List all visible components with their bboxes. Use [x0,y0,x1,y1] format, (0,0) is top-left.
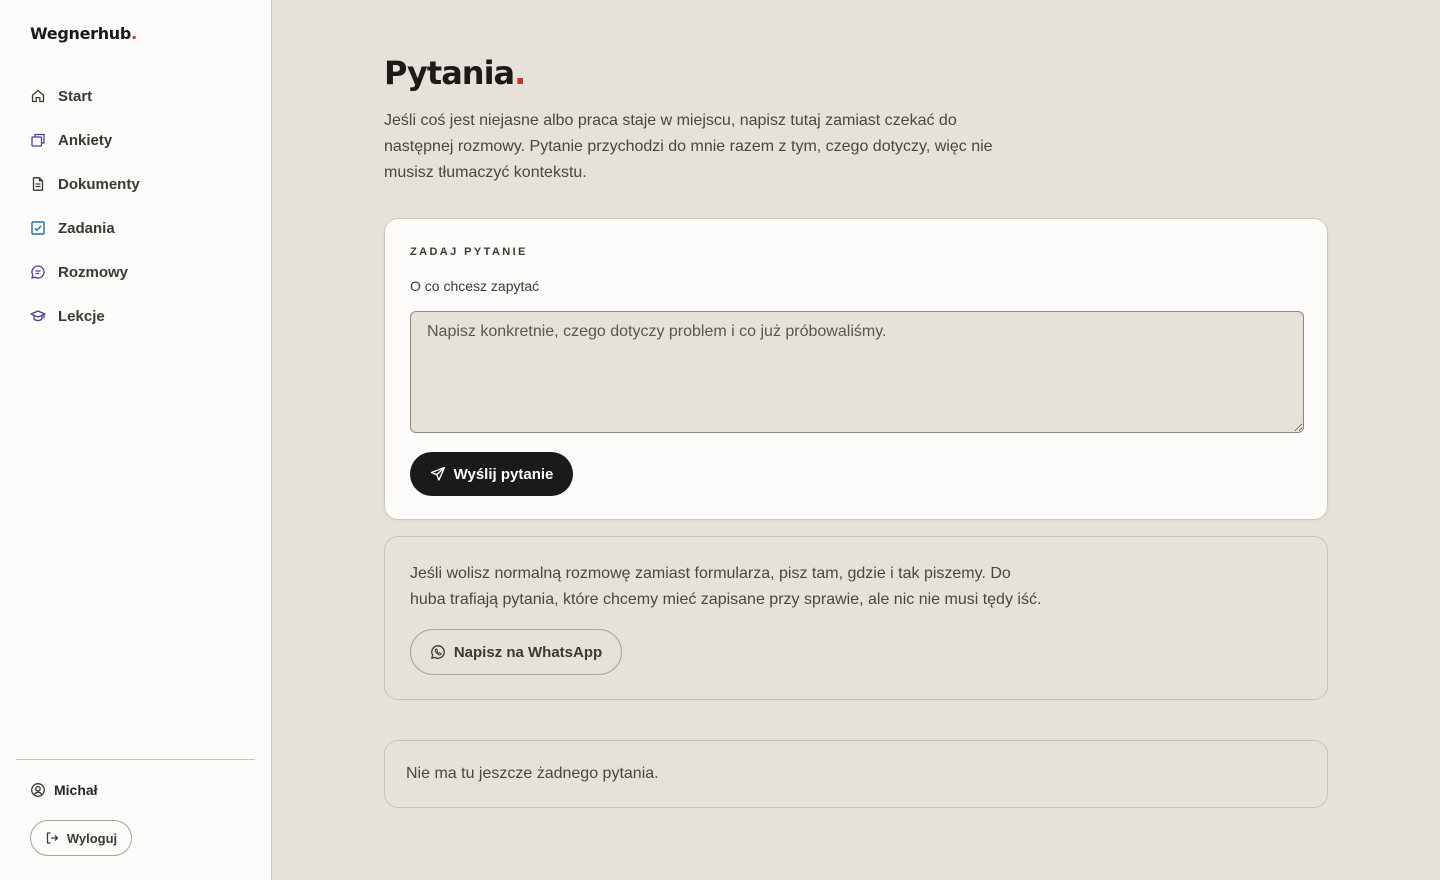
page-title-dot: . [514,54,526,92]
send-icon [430,466,446,482]
stack-icon [30,132,46,148]
checkbox-icon [30,220,46,236]
logout-label: Wyloguj [66,830,118,846]
sidebar-item-rozmowy[interactable]: Rozmowy [30,258,256,286]
page-intro: Jeśli coś jest niejasne albo praca staje… [384,112,993,181]
question-form-card: ZADAJ PYTANIE O co chcesz zapytać Wyślij… [384,218,1328,520]
page-title: Pytania. [384,54,526,92]
sidebar-item-label: Rozmowy [58,263,129,281]
sidebar-item-label: Zadania [58,219,115,237]
send-question-button[interactable]: Wyślij pytanie [410,452,573,496]
sidebar-divider [16,759,255,760]
sidebar-item-label: Start [58,87,93,105]
alternative-contact-card: Jeśli wolisz normalną rozmowę zamiast fo… [384,536,1328,700]
sidebar-item-label: Ankiety [58,131,113,149]
question-input[interactable] [410,311,1304,433]
sidebar-item-ankiety[interactable]: Ankiety [30,126,256,154]
user-name: Michał [54,782,98,798]
whatsapp-label: Napisz na WhatsApp [453,643,603,661]
brand-logo[interactable]: Wegnerhub. [30,24,137,43]
form-section-label: ZADAJ PYTANIE [410,246,528,258]
brand-dot: . [131,24,137,43]
sidebar-item-label: Lekcje [58,307,105,325]
graduation-cap-icon [30,308,46,324]
sidebar-item-start[interactable]: Start [30,82,256,110]
sidebar-item-zadania[interactable]: Zadania [30,214,256,242]
empty-state-text: Nie ma tu jeszcze żadnego pytania. [406,765,659,782]
page-title-text: Pytania [384,54,515,92]
sidebar-item-dokumenty[interactable]: Dokumenty [30,170,256,198]
document-icon [30,176,46,192]
sidebar-nav: Start Ankiety Dokumenty Zadania Rozmowy [30,82,256,346]
user-circle-icon [30,782,46,798]
alternative-contact-text: Jeśli wolisz normalną rozmowę zamiast fo… [410,565,1042,608]
whatsapp-button[interactable]: Napisz na WhatsApp [410,629,622,675]
sidebar-item-lekcje[interactable]: Lekcje [30,302,256,330]
logout-button[interactable]: Wyloguj [30,820,132,856]
questions-list-empty: Nie ma tu jeszcze żadnego pytania. [384,740,1328,808]
whatsapp-icon [430,644,446,660]
question-field-label: O co chcesz zapytać [410,278,540,294]
home-icon [30,88,46,104]
sidebar-item-label: Dokumenty [58,175,140,193]
chat-icon [30,264,46,280]
sidebar: Wegnerhub. Start Ankiety Dokumenty Zadan… [0,0,272,880]
brand-name: Wegnerhub [30,24,132,43]
user-profile: Michał [30,782,98,798]
send-question-label: Wyślij pytanie [453,465,554,483]
logout-icon [45,831,59,845]
